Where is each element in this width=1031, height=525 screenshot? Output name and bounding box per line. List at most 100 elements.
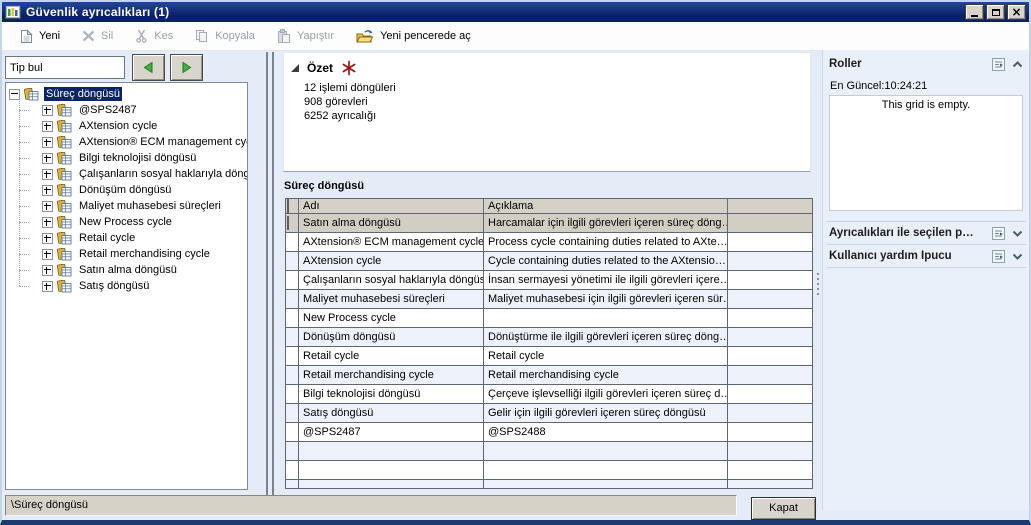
- tree-item-label: Retail merchandising cycle: [79, 248, 210, 260]
- column-header-description[interactable]: Açıklama: [484, 199, 728, 214]
- required-asterisk-icon: [341, 60, 357, 76]
- factpane-collapse-handle[interactable]: [817, 270, 820, 298]
- cell-description: Çerçeve işlevselliği ilgili görevleri iç…: [484, 385, 728, 404]
- tree-item-label: Satın alma döngüsü: [79, 264, 177, 276]
- minimize-button[interactable]: [965, 4, 984, 20]
- green-left-arrow-icon: [142, 61, 155, 74]
- left-splitter[interactable]: [266, 52, 274, 510]
- new-button[interactable]: Yeni: [12, 27, 74, 46]
- tree-item[interactable]: Maliyet muhasebesi süreçleri: [19, 198, 247, 214]
- privileges-section-title[interactable]: Ayrıcalıkları ile seçilen p…: [829, 227, 985, 239]
- previous-button[interactable]: [132, 54, 165, 81]
- row-selector-cell: [286, 309, 299, 328]
- user-help-expand-chevron-down-icon[interactable]: [1012, 253, 1023, 260]
- cell-empty: [728, 423, 812, 442]
- row-selector-cell: [286, 480, 299, 488]
- summary-line-cycles: 12 işlemi döngüleri: [304, 82, 396, 94]
- tree-item[interactable]: Satış döngüsü: [19, 278, 247, 294]
- cut-button: Kes: [127, 27, 187, 45]
- process-cycle-icon: [57, 119, 73, 133]
- cell-empty: [728, 290, 812, 309]
- open-new-window-button[interactable]: Yeni pencerede aç: [348, 27, 485, 46]
- select-all-header[interactable]: [286, 199, 299, 214]
- kapat-close-button[interactable]: Kapat: [751, 497, 816, 520]
- cut-label: Kes: [154, 30, 174, 42]
- row-selector-cell: [286, 347, 299, 366]
- cell-empty: [728, 328, 812, 347]
- cell-name: @SPS2487: [299, 423, 484, 442]
- cell-empty: [728, 271, 812, 290]
- expand-plus-icon[interactable]: [42, 168, 53, 180]
- expand-plus-icon[interactable]: [42, 136, 53, 148]
- roles-section-title[interactable]: Roller: [829, 58, 985, 70]
- close-button[interactable]: ×: [1007, 4, 1026, 20]
- copy-button: Kopyala: [187, 27, 269, 45]
- cell-name: Retail merchandising cycle: [299, 366, 484, 385]
- row-selector-cell: [286, 461, 299, 480]
- cell-name: Maliyet muhasebesi süreçleri: [299, 290, 484, 309]
- tree-item[interactable]: Retail cycle: [19, 230, 247, 246]
- expand-plus-icon[interactable]: [42, 120, 53, 132]
- tree-item[interactable]: Retail merchandising cycle: [19, 246, 247, 262]
- process-cycle-icon: [57, 199, 73, 213]
- minimize-icon: [971, 14, 978, 17]
- expand-plus-icon[interactable]: [42, 104, 53, 116]
- cell-name: Satın alma döngüsü: [299, 214, 484, 233]
- tree-item[interactable]: Çalışanların sosyal haklarıyla döngüsü: [19, 166, 247, 182]
- cell-description: Harcamalar için ilgili görevleri içeren …: [484, 214, 728, 233]
- tree-item-label: Satış döngüsü: [79, 280, 150, 292]
- expand-plus-icon[interactable]: [42, 152, 53, 164]
- cell-description: @SPS2488: [484, 423, 728, 442]
- delete-icon: [82, 30, 95, 42]
- open-privileges-grid-icon[interactable]: [992, 226, 1005, 240]
- expand-plus-icon[interactable]: [42, 264, 53, 276]
- tree-item[interactable]: @SPS2487: [19, 102, 247, 118]
- expand-plus-icon[interactable]: [42, 280, 53, 292]
- process-cycle-grid: Adı Açıklama Satın alma döngüsü Harcamala…: [285, 198, 813, 489]
- toolbar: Yeni Sil Kes Kopyala Yapıştır Yeni pence…: [2, 22, 1029, 51]
- open-user-help-grid-icon[interactable]: [992, 249, 1005, 263]
- type-to-find-input[interactable]: [5, 56, 125, 79]
- roles-collapse-chevron-up-icon[interactable]: [1012, 60, 1023, 68]
- paste-button: Yapıştır: [269, 27, 348, 45]
- process-cycle-icon: [57, 151, 73, 165]
- column-header-empty[interactable]: [728, 199, 812, 214]
- cell-description: Process cycle containing duties related …: [484, 233, 728, 252]
- row-checkbox[interactable]: [287, 216, 289, 230]
- tree-item[interactable]: Dönüşüm döngüsü: [19, 182, 247, 198]
- app-window: Güvenlik ayrıcalıkları (1) × Yeni Sil Ke…: [0, 0, 1031, 525]
- tree-item[interactable]: Bilgi teknolojisi döngüsü: [19, 150, 247, 166]
- tree-item-label: Retail cycle: [79, 232, 136, 244]
- tree-children: @SPS2487 AXtension cycle AXtension® ECM ma…: [19, 98, 247, 294]
- privileges-expand-chevron-down-icon[interactable]: [1012, 230, 1023, 237]
- expand-plus-icon[interactable]: [42, 232, 53, 244]
- tree-item[interactable]: AXtension® ECM management cycle: [19, 134, 247, 150]
- tree-item[interactable]: AXtension cycle: [19, 118, 247, 134]
- tree-item[interactable]: New Process cycle: [19, 214, 247, 230]
- cell-description: Retail merchandising cycle: [484, 366, 728, 385]
- maximize-button[interactable]: [986, 4, 1005, 20]
- summary-expander-icon[interactable]: [291, 64, 299, 72]
- tree-item[interactable]: Satın alma döngüsü: [19, 262, 247, 278]
- tree-root-item[interactable]: Süreç döngüsü: [9, 86, 247, 102]
- open-new-window-icon: [356, 29, 374, 44]
- next-button[interactable]: [170, 54, 203, 81]
- open-roles-grid-icon[interactable]: [992, 57, 1005, 71]
- expand-plus-icon[interactable]: [42, 216, 53, 228]
- cell-description: Maliyet muhasebesi için ilgili görevleri…: [484, 290, 728, 309]
- select-all-checkbox[interactable]: [287, 199, 289, 213]
- expand-plus-icon[interactable]: [42, 200, 53, 212]
- tree-item-label: Çalışanların sosyal haklarıyla döngüsü: [79, 168, 247, 180]
- expand-plus-icon[interactable]: [42, 248, 53, 260]
- grid-section-title: Süreç döngüsü: [284, 180, 365, 192]
- tree-item-label: AXtension cycle: [79, 120, 158, 132]
- copy-icon: [195, 29, 209, 43]
- user-help-section-title[interactable]: Kullanıcı yardım İpucu: [829, 250, 985, 262]
- cell-name: AXtension® ECM management cycle: [299, 233, 484, 252]
- expand-plus-icon[interactable]: [42, 184, 53, 196]
- cell-empty: [728, 252, 812, 271]
- copy-label: Kopyala: [215, 30, 255, 42]
- cell-name: [299, 442, 484, 461]
- cell-description: Retail cycle: [484, 347, 728, 366]
- column-header-name[interactable]: Adı: [299, 199, 484, 214]
